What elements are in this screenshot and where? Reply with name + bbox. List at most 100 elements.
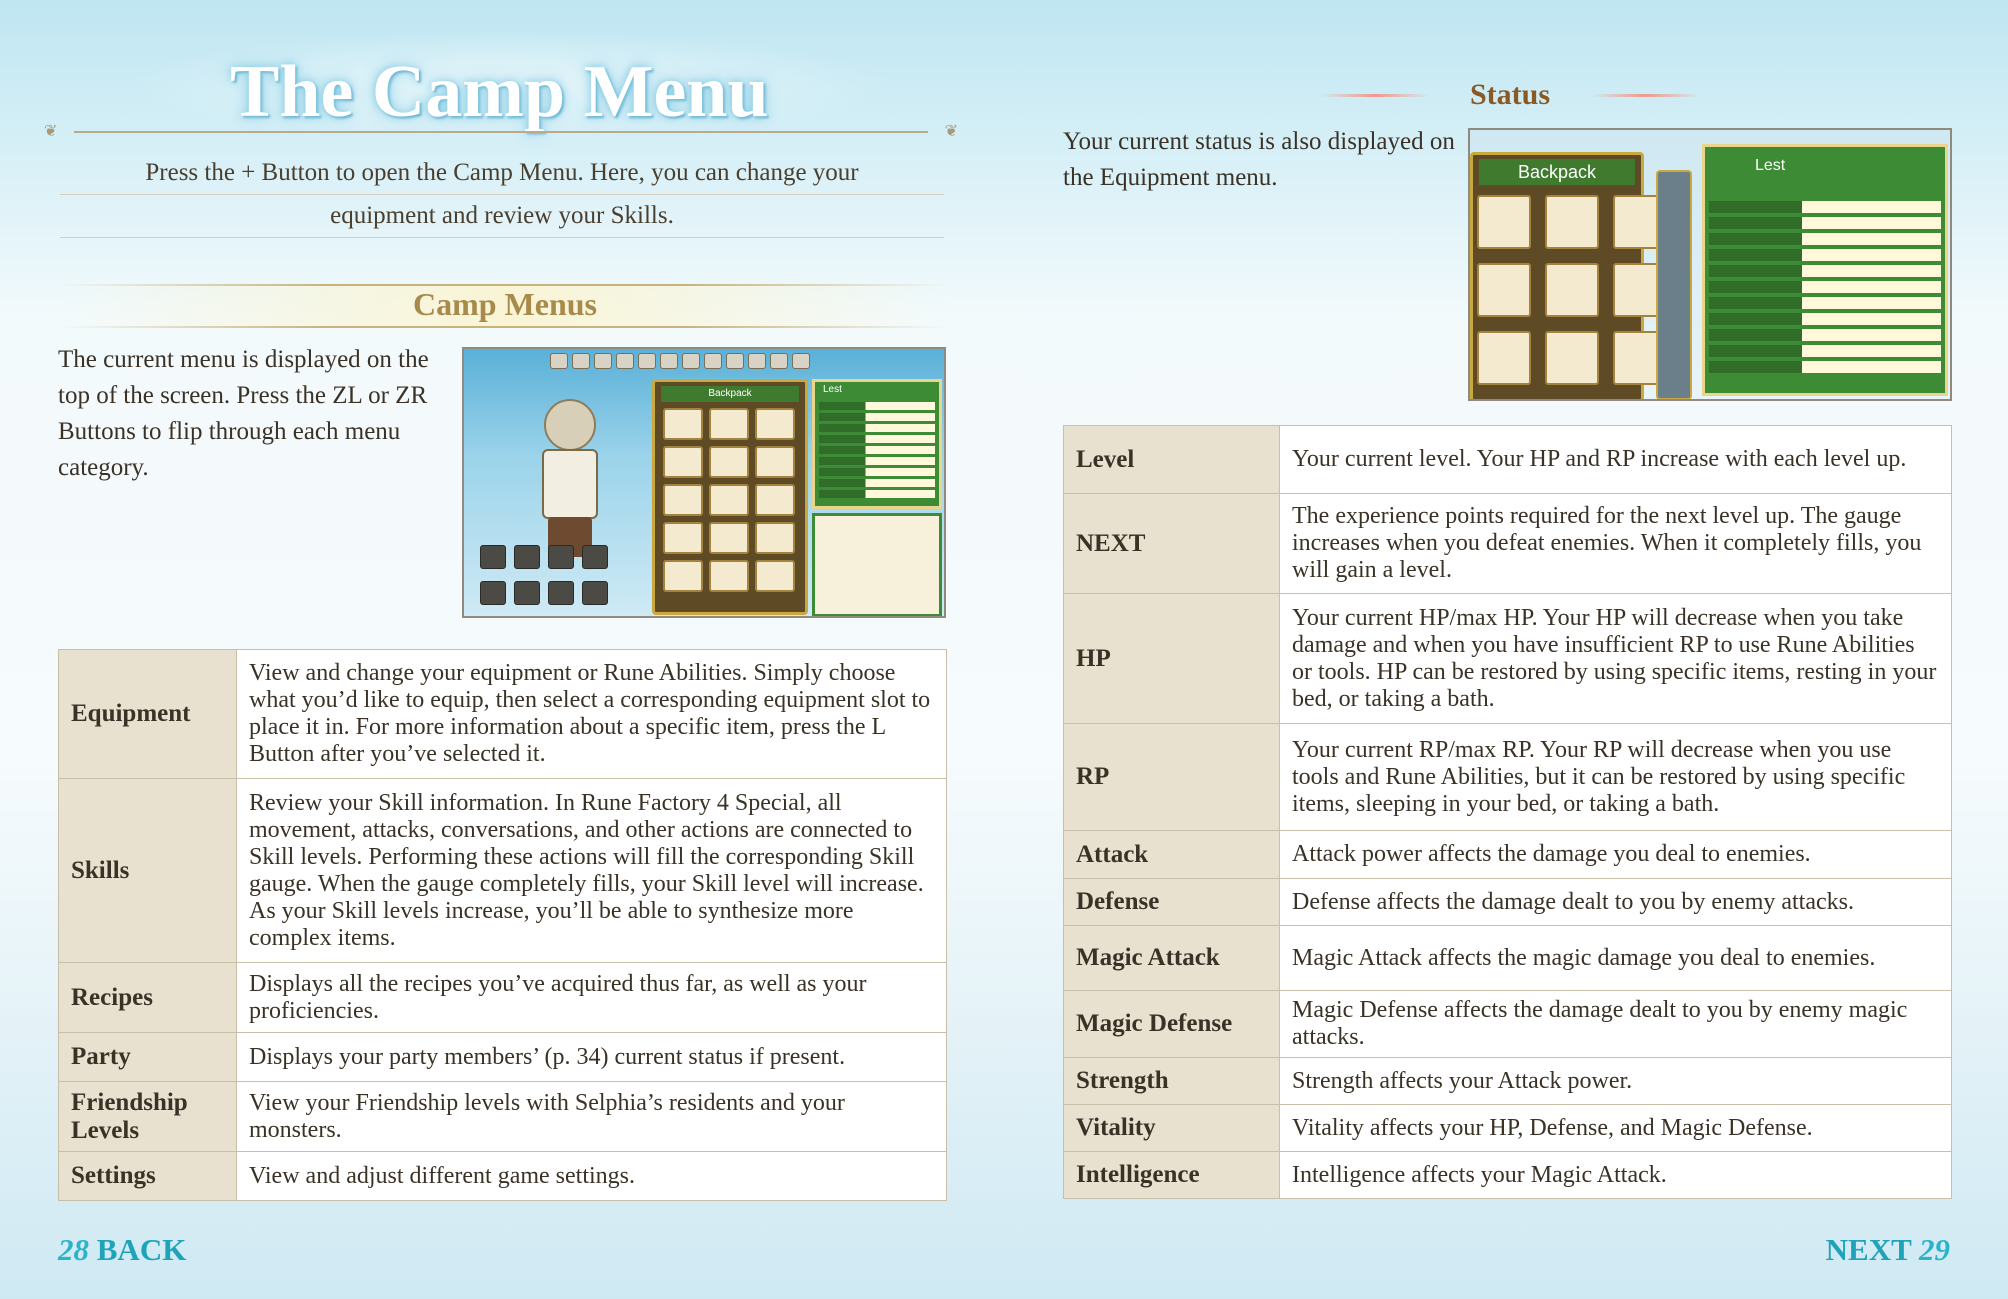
item-cell <box>1545 331 1599 385</box>
stat-row <box>1709 313 1941 325</box>
next-link[interactable]: NEXT 29 <box>1826 1232 1950 1268</box>
item-cell <box>755 484 795 516</box>
intro-line-2: equipment and review your Skills. <box>60 195 944 238</box>
next-label: NEXT <box>1825 1232 1912 1267</box>
status-panel: Lest <box>1702 144 1948 396</box>
stat-row <box>1709 201 1941 213</box>
stat-row <box>1709 329 1941 341</box>
camp-menus-table: Equipment View and change your equipment… <box>58 649 947 1201</box>
row-key: Friendship Levels <box>58 1081 237 1152</box>
title-divider: ❦ ❦ <box>44 124 958 140</box>
backpack-panel: Backpack <box>1470 152 1667 399</box>
table-row: Level Your current level. Your HP and RP… <box>1063 425 1952 494</box>
table-row: Magic Defense Magic Defense affects the … <box>1063 990 1952 1058</box>
stat-row <box>1709 281 1941 293</box>
status-description: Your current status is also displayed on… <box>1063 128 1455 191</box>
row-value: Review your Skill information. In Rune F… <box>236 778 947 963</box>
row-key: Skills <box>58 778 237 963</box>
status-table: Level Your current level. Your HP and RP… <box>1063 425 1952 1199</box>
flourish-right-icon: ❦ <box>944 123 958 140</box>
stat-row <box>819 490 935 498</box>
back-label: BACK <box>96 1232 187 1267</box>
row-key: Settings <box>58 1151 237 1201</box>
item-cell <box>663 522 703 554</box>
section-header-status: Status <box>1300 78 1720 118</box>
stat-row <box>819 479 935 487</box>
table-row: Attack Attack power affects the damage y… <box>1063 830 1952 879</box>
stat-row <box>819 424 935 432</box>
item-cell <box>1545 195 1599 249</box>
stat-row <box>819 446 935 454</box>
section-header-rule-bottom <box>60 326 950 328</box>
row-value: Displays your party members’ (p. 34) cur… <box>236 1032 947 1082</box>
backpack-grid <box>1477 195 1667 385</box>
back-link[interactable]: 28 BACK <box>58 1232 186 1268</box>
row-value: View and adjust different game settings. <box>236 1151 947 1201</box>
table-row: Equipment View and change your equipment… <box>58 649 947 779</box>
item-cell <box>663 560 703 592</box>
table-row: Recipes Displays all the recipes you’ve … <box>58 962 947 1033</box>
backpack-panel: Backpack <box>652 379 808 615</box>
status-name: Lest <box>823 384 842 395</box>
item-cell <box>709 484 749 516</box>
stat-row <box>1709 265 1941 277</box>
stat-row <box>1709 249 1941 261</box>
status-rows <box>819 402 935 501</box>
intro-line-1: Press the + Button to open the Camp Menu… <box>60 152 944 195</box>
stat-row <box>1709 361 1941 373</box>
row-key: Vitality <box>1063 1104 1280 1152</box>
row-value: Defense affects the damage dealt to you … <box>1279 878 1952 926</box>
tab-icon <box>594 353 612 369</box>
row-value: Intelligence affects your Magic Attack. <box>1279 1151 1952 1199</box>
tab-icon <box>572 353 590 369</box>
character-figure <box>524 399 614 559</box>
status-panel: Lest <box>812 379 942 509</box>
tab-icon <box>682 353 700 369</box>
item-cell <box>709 560 749 592</box>
slot <box>582 545 608 569</box>
stat-row <box>819 402 935 410</box>
item-description-box <box>812 513 942 616</box>
flourish-right-icon <box>1590 88 1700 104</box>
table-row: Magic Attack Magic Attack affects the ma… <box>1063 925 1952 991</box>
tab-icon <box>748 353 766 369</box>
row-value: View your Friendship levels with Selphia… <box>236 1081 947 1152</box>
table-row: Defense Defense affects the damage dealt… <box>1063 878 1952 926</box>
item-cell <box>755 522 795 554</box>
backpack-title: Backpack <box>661 386 799 402</box>
table-row: Vitality Vitality affects your HP, Defen… <box>1063 1104 1952 1152</box>
divider-line <box>74 131 928 133</box>
stat-row <box>819 413 935 421</box>
item-cell <box>1545 263 1599 317</box>
item-cell <box>1477 263 1531 317</box>
camp-menus-description: The current menu is displayed on the top… <box>58 346 429 481</box>
tab-icon <box>616 353 634 369</box>
tab-icon <box>704 353 722 369</box>
item-cell <box>755 560 795 592</box>
row-key: Party <box>58 1032 237 1082</box>
row-key: Magic Attack <box>1063 925 1280 991</box>
equipment-slots <box>480 545 620 609</box>
flourish-left-icon <box>1320 88 1430 104</box>
row-key: Equipment <box>58 649 237 779</box>
slot <box>514 581 540 605</box>
page-number: 28 <box>58 1232 89 1267</box>
row-key: Defense <box>1063 878 1280 926</box>
row-key: Strength <box>1063 1057 1280 1105</box>
table-row: Settings View and adjust different game … <box>58 1151 947 1201</box>
item-cell <box>663 484 703 516</box>
slot <box>548 581 574 605</box>
stat-row <box>1709 217 1941 229</box>
row-value: Your current HP/max HP. Your HP will dec… <box>1279 593 1952 724</box>
slot <box>514 545 540 569</box>
table-row: Party Displays your party members’ (p. 3… <box>58 1032 947 1082</box>
row-value: View and change your equipment or Rune A… <box>236 649 947 779</box>
stat-row <box>819 468 935 476</box>
table-row: Intelligence Intelligence affects your M… <box>1063 1151 1952 1199</box>
character-head <box>544 399 596 451</box>
character-body <box>542 449 598 519</box>
tab-icon <box>638 353 656 369</box>
item-cell <box>709 522 749 554</box>
item-cell <box>1477 331 1531 385</box>
status-screenshot: Backpack Lest <box>1468 128 1952 401</box>
